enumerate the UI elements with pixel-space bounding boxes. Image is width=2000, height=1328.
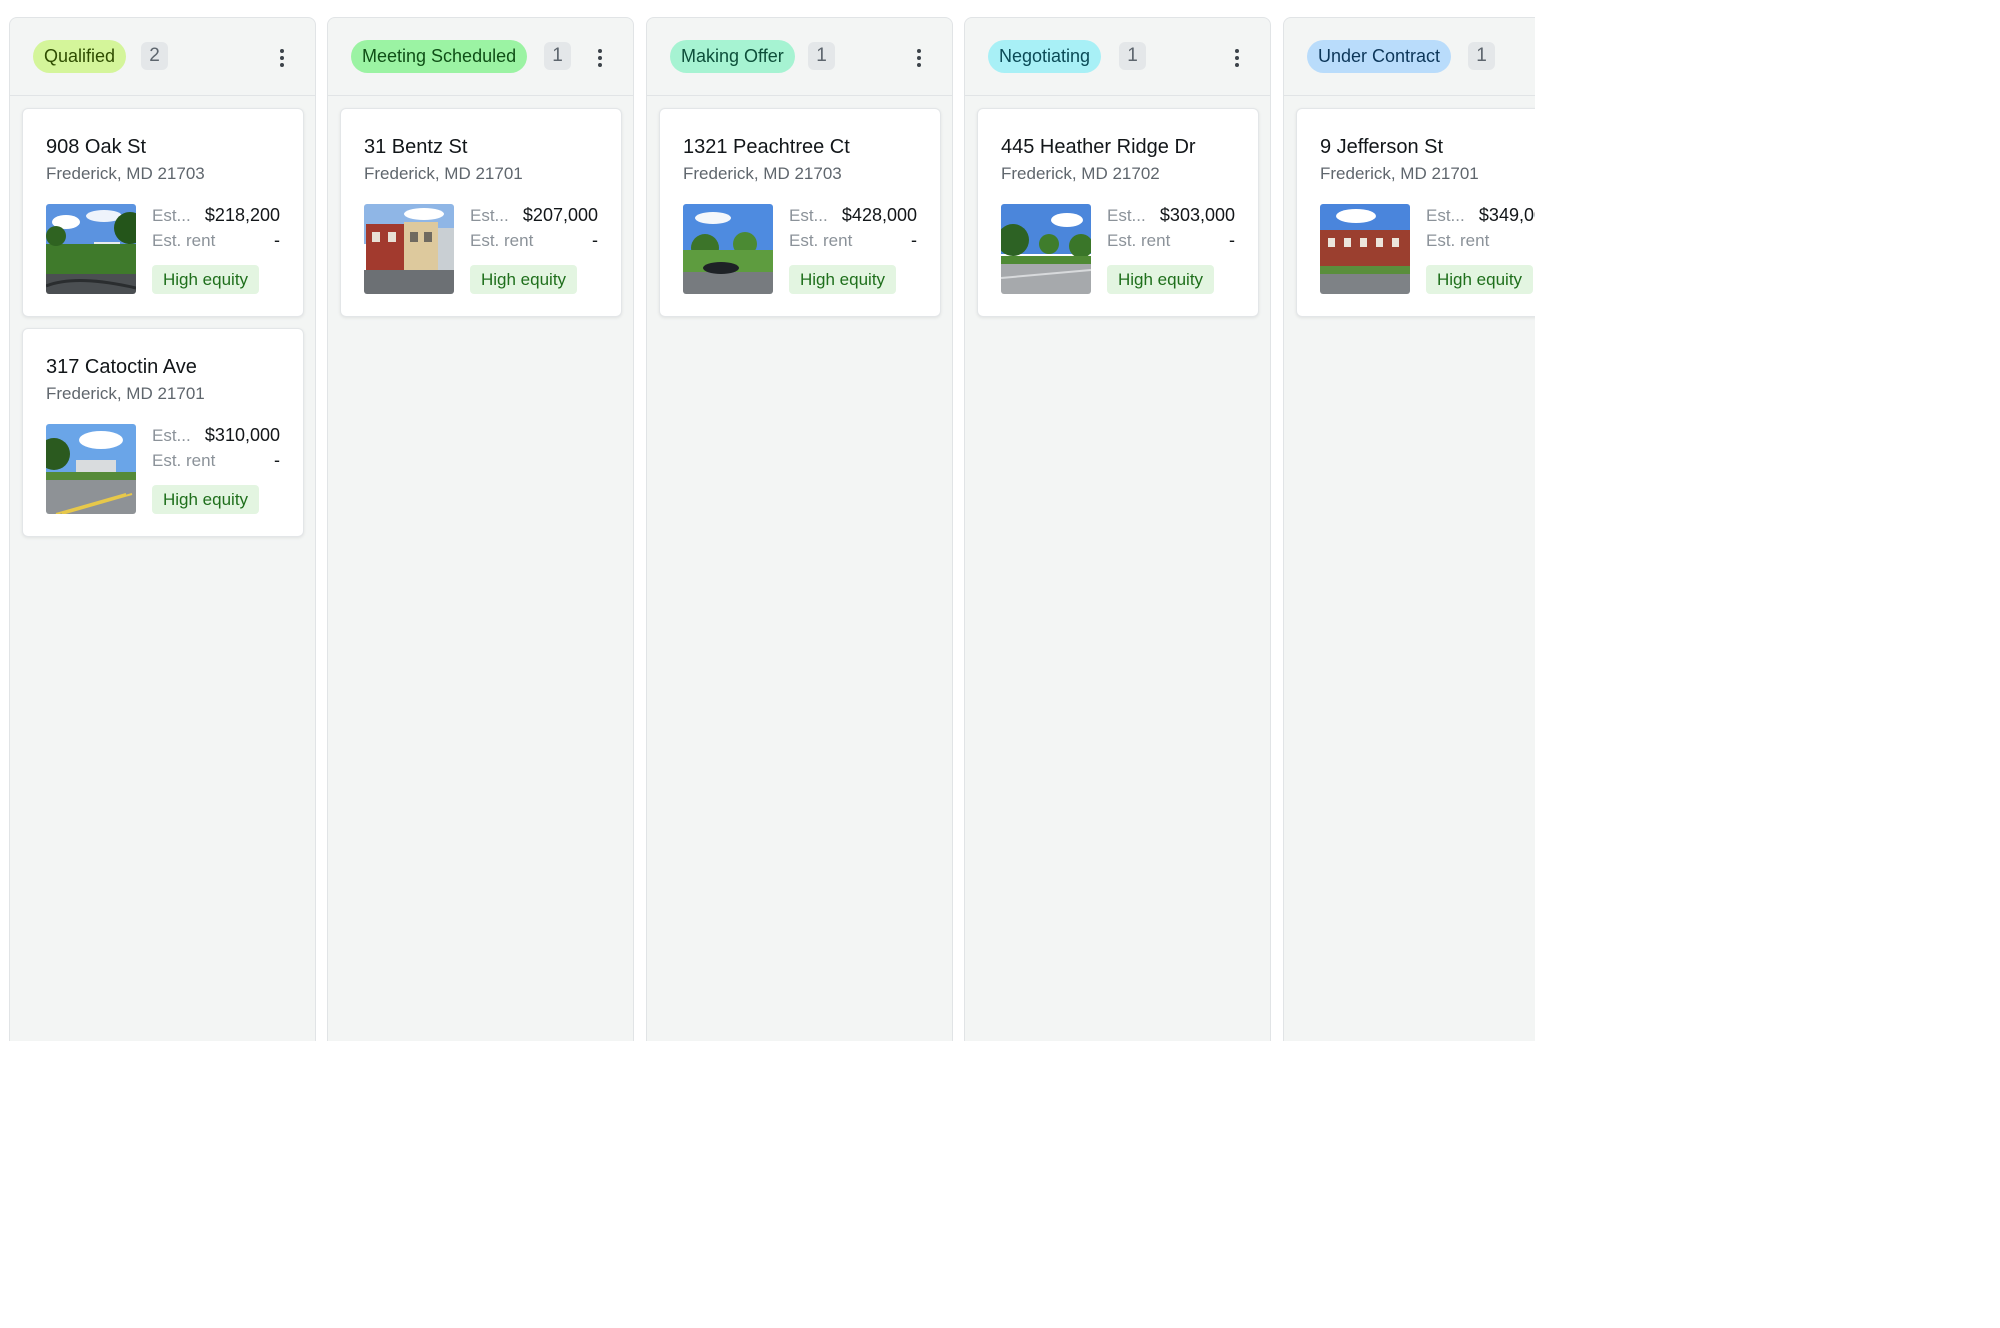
property-photo xyxy=(364,204,454,294)
card-address: 1321 Peachtree Ct xyxy=(683,136,850,158)
estimated-rent: - xyxy=(274,230,280,250)
estimated-rent: - xyxy=(911,230,917,250)
count-badge: 2 xyxy=(141,42,168,70)
more-vertical-icon xyxy=(917,49,921,53)
stage-pill[interactable]: Meeting Scheduled xyxy=(351,40,528,73)
card-address: 317 Catoctin Ave xyxy=(46,356,197,378)
rent-label: Est. rent xyxy=(152,231,216,250)
value-label: Est... xyxy=(1426,206,1465,225)
estimated-value: $303,000 xyxy=(1159,205,1235,225)
column-menu-button[interactable] xyxy=(271,46,293,70)
estimated-value: $349,000 xyxy=(1478,205,1535,225)
column-making-offer: Making Offer 1 1321 Peachtree Ct Frederi… xyxy=(646,17,953,1041)
more-vertical-icon-dot xyxy=(1235,56,1239,60)
count-badge: 1 xyxy=(544,42,571,70)
equity-tag: High equity xyxy=(152,265,260,294)
column-negotiating: Negotiating 1 445 Heather Ridge Dr Frede… xyxy=(964,17,1271,1041)
property-photo xyxy=(46,204,136,294)
count-badge: 1 xyxy=(1468,42,1495,70)
column-menu-button[interactable] xyxy=(908,46,930,70)
equity-tag: High equity xyxy=(789,265,897,294)
count-badge: 1 xyxy=(1119,42,1146,70)
value-label: Est... xyxy=(470,206,509,225)
rent-label: Est. rent xyxy=(789,231,853,250)
card-city: Frederick, MD 21702 xyxy=(1001,164,1160,183)
pipeline-board: Qualified 2 908 Oak St Frederick, MD 217… xyxy=(0,0,1535,1041)
value-label: Est... xyxy=(152,206,191,225)
card-city: Frederick, MD 21703 xyxy=(683,164,842,183)
more-vertical-icon-dot xyxy=(598,63,602,67)
more-vertical-icon xyxy=(1235,49,1239,53)
card-city: Frederick, MD 21703 xyxy=(46,164,205,183)
column-meeting-scheduled: Meeting Scheduled 1 31 Bentz St Frederic… xyxy=(327,17,634,1041)
estimated-value: $207,000 xyxy=(522,205,598,225)
card-address: 31 Bentz St xyxy=(364,136,468,158)
card-city: Frederick, MD 21701 xyxy=(1320,164,1479,183)
rent-label: Est. rent xyxy=(152,451,216,470)
column-header: Qualified 2 xyxy=(10,18,315,96)
equity-tag: High equity xyxy=(1107,265,1215,294)
property-card[interactable]: 317 Catoctin Ave Frederick, MD 21701 Est… xyxy=(22,328,304,537)
column-qualified: Qualified 2 908 Oak St Frederick, MD 217… xyxy=(9,17,316,1041)
estimated-value: $310,000 xyxy=(204,425,280,445)
card-address: 445 Heather Ridge Dr xyxy=(1001,136,1196,158)
card-address: 908 Oak St xyxy=(46,136,147,158)
value-label: Est... xyxy=(152,426,191,445)
more-vertical-icon xyxy=(280,49,284,53)
property-photo xyxy=(683,204,773,294)
stage-pill[interactable]: Making Offer xyxy=(670,40,795,73)
estimated-value: $428,000 xyxy=(841,205,917,225)
more-vertical-icon-dot xyxy=(280,56,284,60)
more-vertical-icon-dot xyxy=(598,56,602,60)
estimated-rent: - xyxy=(592,230,598,250)
estimated-rent: - xyxy=(1229,230,1235,250)
property-photo xyxy=(46,424,136,514)
value-label: Est... xyxy=(1107,206,1146,225)
property-card[interactable]: 1321 Peachtree Ct Frederick, MD 21703 Es… xyxy=(659,108,941,317)
card-city: Frederick, MD 21701 xyxy=(364,164,523,183)
estimated-rent: - xyxy=(274,450,280,470)
property-photo xyxy=(1001,204,1091,294)
card-address: 9 Jefferson St xyxy=(1320,136,1444,158)
column-header: Meeting Scheduled 1 xyxy=(328,18,633,96)
more-vertical-icon xyxy=(598,49,602,53)
column-header: Negotiating 1 xyxy=(965,18,1270,96)
column-header: Under Contract 1 xyxy=(1284,18,1535,96)
more-vertical-icon-dot xyxy=(280,63,284,67)
property-card[interactable]: 908 Oak St Frederick, MD 21703 Est... $2… xyxy=(22,108,304,317)
property-photo xyxy=(1320,204,1410,294)
column-menu-button[interactable] xyxy=(1226,46,1248,70)
more-vertical-icon-dot xyxy=(917,56,921,60)
property-card[interactable]: 31 Bentz St Frederick, MD 21701 Est... $ xyxy=(340,108,622,317)
stage-pill[interactable]: Negotiating xyxy=(988,40,1102,73)
property-card[interactable]: 445 Heather Ridge Dr Frederick, MD 21702… xyxy=(977,108,1259,317)
equity-tag: High equity xyxy=(1426,265,1534,294)
more-vertical-icon-dot xyxy=(917,63,921,67)
count-badge: 1 xyxy=(808,42,835,70)
estimated-value: $218,200 xyxy=(204,205,280,225)
value-label: Est... xyxy=(789,206,828,225)
rent-label: Est. rent xyxy=(1107,231,1171,250)
equity-tag: High equity xyxy=(470,265,578,294)
stage-pill[interactable]: Under Contract xyxy=(1307,40,1452,73)
rent-label: Est. rent xyxy=(1426,231,1490,250)
column-menu-button[interactable] xyxy=(589,46,611,70)
equity-tag: High equity xyxy=(152,485,260,514)
stage-pill[interactable]: Qualified xyxy=(33,40,127,73)
rent-label: Est. rent xyxy=(470,231,534,250)
column-header: Making Offer 1 xyxy=(647,18,952,96)
property-card[interactable]: 9 Jefferson St Frederick, MD 21701 Est..… xyxy=(1296,108,1535,317)
more-vertical-icon-dot xyxy=(1235,63,1239,67)
column-under-contract: Under Contract 1 9 Jefferson St Frederic… xyxy=(1283,17,1535,1041)
card-city: Frederick, MD 21701 xyxy=(46,384,205,403)
